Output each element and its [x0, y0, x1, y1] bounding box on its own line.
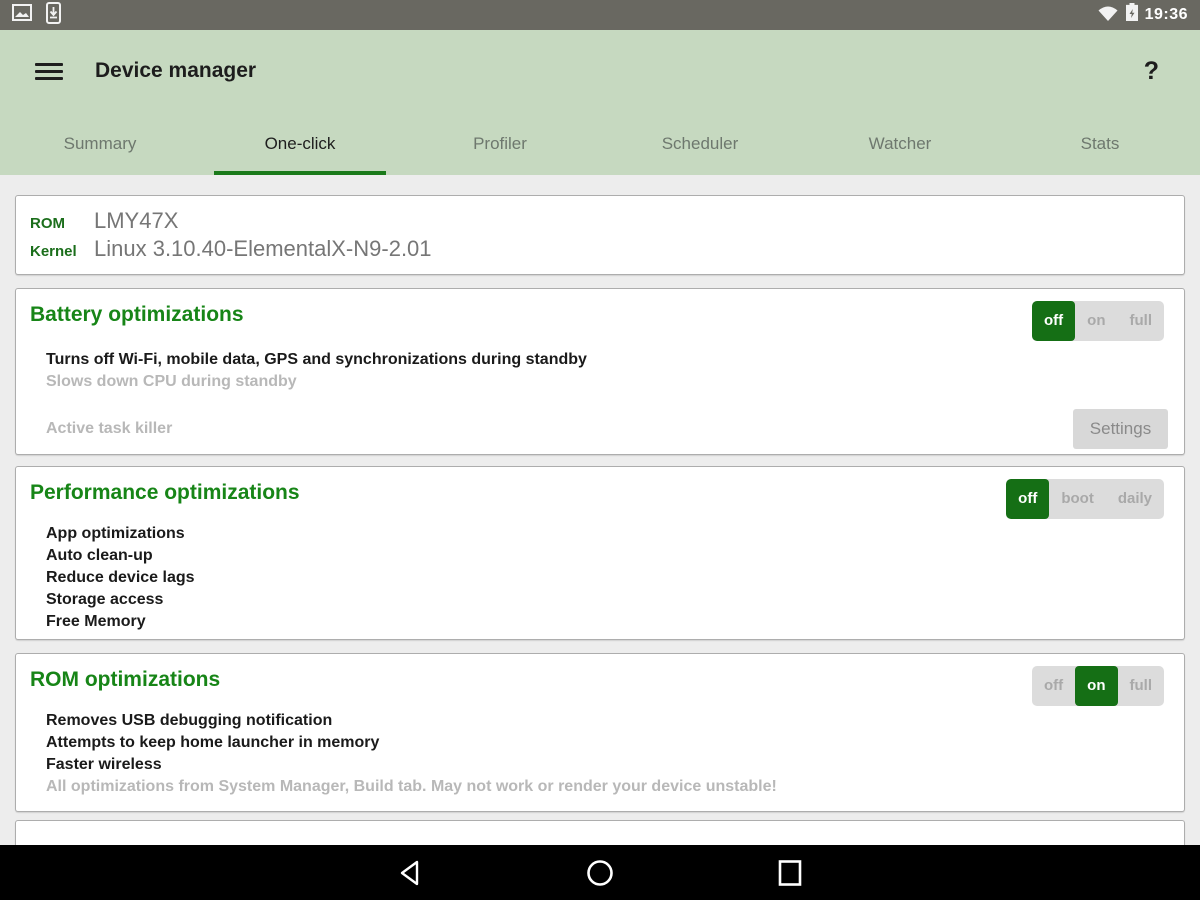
- performance-item: Storage access: [46, 589, 1170, 611]
- wifi-icon: [1097, 4, 1119, 27]
- status-bar: 19:36: [0, 0, 1200, 30]
- rom-toggle-on[interactable]: on: [1075, 666, 1117, 706]
- next-card-partial: [15, 820, 1185, 845]
- rom-row: ROM LMY47X: [30, 208, 1170, 234]
- rom-toggle-full[interactable]: full: [1118, 666, 1165, 706]
- battery-toggle-full[interactable]: full: [1118, 301, 1165, 341]
- tab-profiler[interactable]: Profiler: [400, 112, 600, 175]
- performance-toggle-boot[interactable]: boot: [1049, 479, 1105, 519]
- app-bar: Device manager ?: [0, 30, 1200, 112]
- tab-summary[interactable]: Summary: [0, 112, 200, 175]
- active-task-killer-label: Active task killer: [46, 418, 172, 440]
- android-nav-bar: [0, 845, 1200, 900]
- rom-item: Faster wireless: [46, 754, 1170, 776]
- battery-card-title: Battery optimizations: [30, 303, 1170, 327]
- status-time: 19:36: [1145, 6, 1188, 24]
- tab-stats[interactable]: Stats: [1000, 112, 1200, 175]
- rom-card-title: ROM optimizations: [30, 668, 1170, 692]
- recents-icon[interactable]: [776, 858, 804, 888]
- screenshot-icon: [12, 4, 32, 26]
- performance-toggle: off boot daily: [1006, 479, 1164, 519]
- battery-toggle-off[interactable]: off: [1032, 301, 1075, 341]
- rom-label: ROM: [30, 215, 94, 232]
- rom-toggle: off on full: [1032, 666, 1164, 706]
- rom-warning: All optimizations from System Manager, B…: [46, 776, 1170, 798]
- performance-item: Auto clean-up: [46, 545, 1170, 567]
- battery-description-primary: Turns off Wi-Fi, mobile data, GPS and sy…: [46, 349, 1170, 371]
- rom-optimizations-card: ROM optimizations off on full Removes US…: [15, 653, 1185, 812]
- battery-optimizations-card: Battery optimizations off on full Turns …: [15, 288, 1185, 455]
- content-area: ROM LMY47X Kernel Linux 3.10.40-Elementa…: [0, 175, 1200, 845]
- battery-toggle-on[interactable]: on: [1075, 301, 1117, 341]
- performance-toggle-daily[interactable]: daily: [1106, 479, 1164, 519]
- back-icon[interactable]: [397, 858, 423, 888]
- tab-scheduler[interactable]: Scheduler: [600, 112, 800, 175]
- performance-item: App optimizations: [46, 523, 1170, 545]
- performance-item: Free Memory: [46, 611, 1170, 633]
- rom-value: LMY47X: [94, 208, 178, 234]
- tab-watcher[interactable]: Watcher: [800, 112, 1000, 175]
- rom-item: Attempts to keep home launcher in memory: [46, 732, 1170, 754]
- hamburger-icon[interactable]: [35, 63, 63, 80]
- rom-toggle-off[interactable]: off: [1032, 666, 1075, 706]
- kernel-label: Kernel: [30, 243, 94, 260]
- performance-optimizations-card: Performance optimizations off boot daily…: [15, 466, 1185, 640]
- battery-description-secondary: Slows down CPU during standby: [46, 371, 1170, 393]
- performance-item: Reduce device lags: [46, 567, 1170, 589]
- home-icon[interactable]: [585, 858, 615, 888]
- rom-kernel-card: ROM LMY47X Kernel Linux 3.10.40-Elementa…: [15, 195, 1185, 275]
- rom-item: Removes USB debugging notification: [46, 710, 1170, 732]
- kernel-value: Linux 3.10.40-ElementalX-N9-2.01: [94, 236, 432, 262]
- battery-charging-icon: [1126, 3, 1138, 27]
- performance-toggle-off[interactable]: off: [1006, 479, 1049, 519]
- performance-card-title: Performance optimizations: [30, 481, 1170, 505]
- tab-one-click[interactable]: One-click: [200, 112, 400, 175]
- kernel-row: Kernel Linux 3.10.40-ElementalX-N9-2.01: [30, 236, 1170, 262]
- tab-bar: Summary One-click Profiler Scheduler Wat…: [0, 112, 1200, 175]
- settings-button[interactable]: Settings: [1073, 409, 1168, 449]
- help-button[interactable]: ?: [1138, 57, 1165, 86]
- battery-toggle: off on full: [1032, 301, 1164, 341]
- download-icon: [46, 2, 61, 29]
- page-title: Device manager: [95, 59, 256, 83]
